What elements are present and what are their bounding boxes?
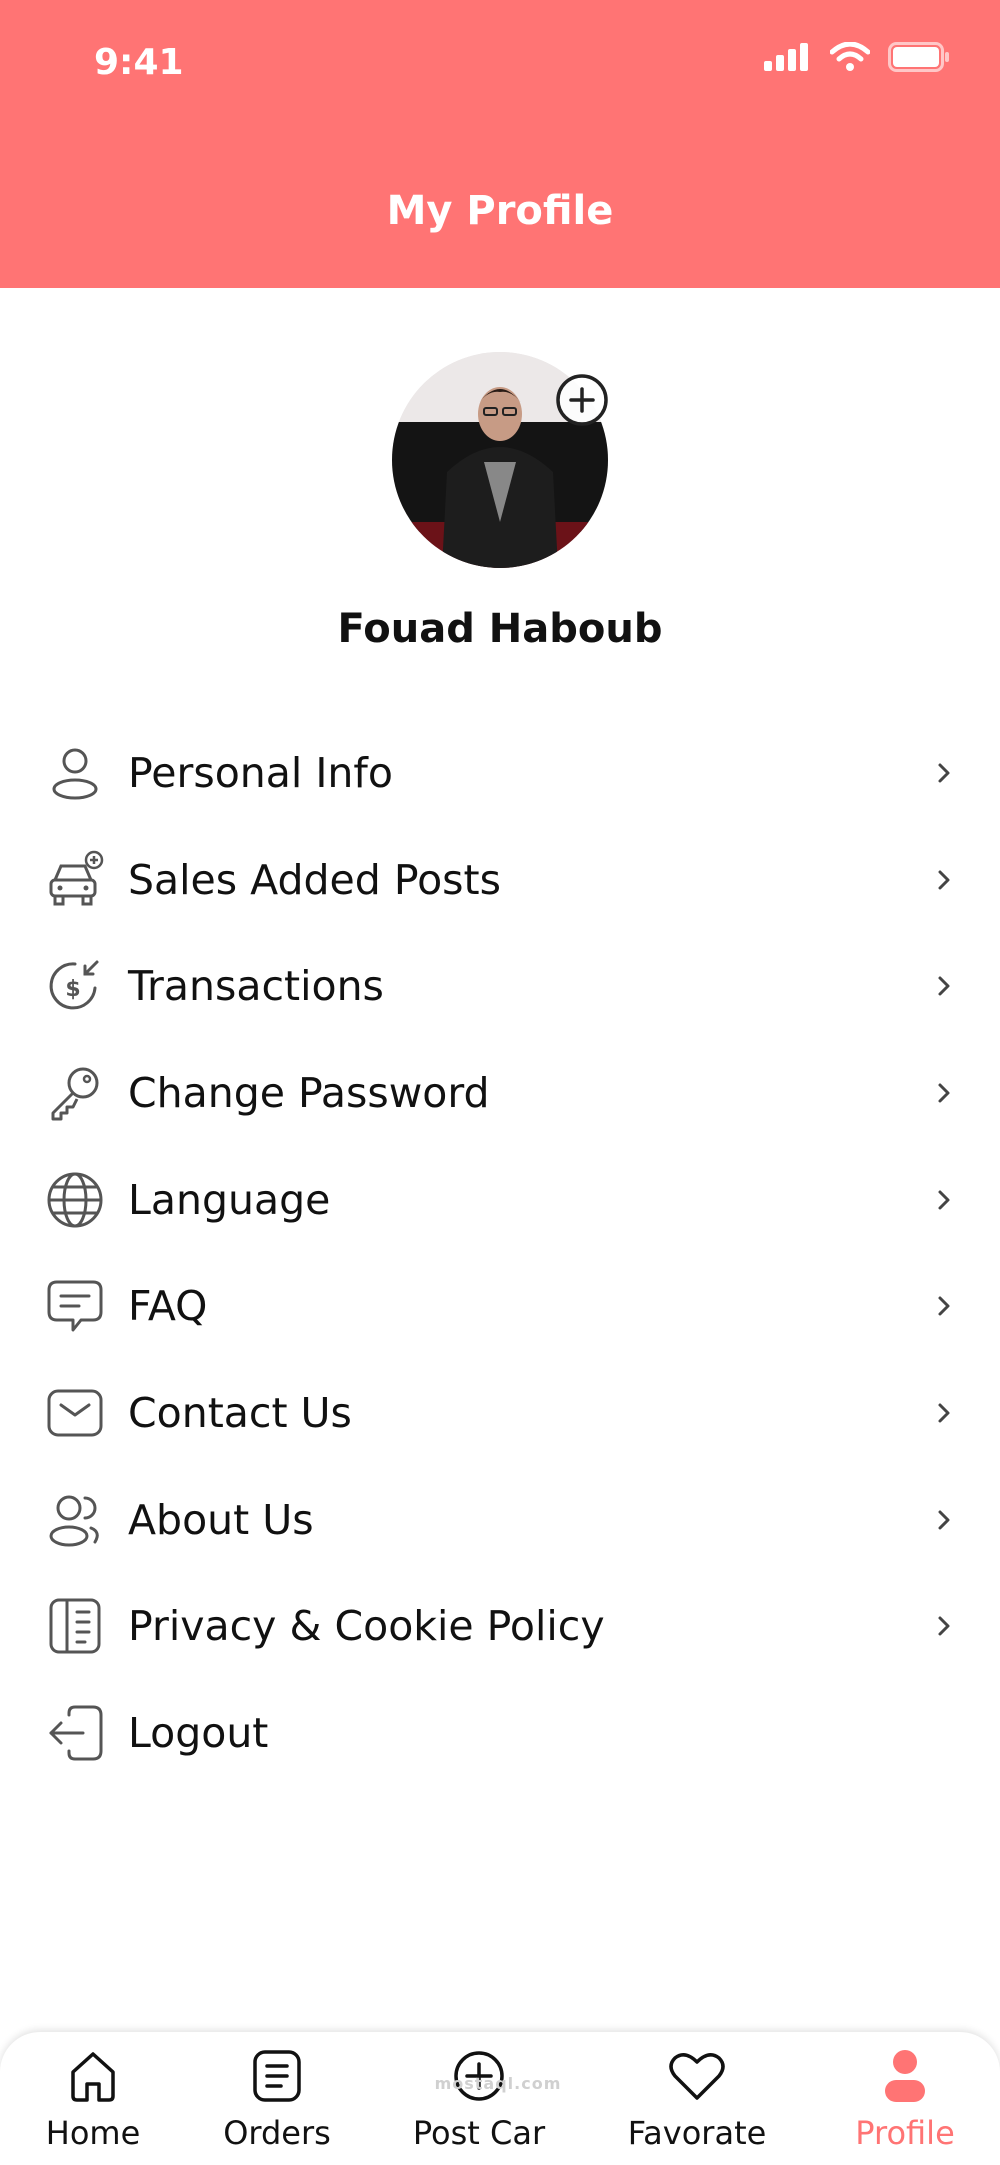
menu-item-logout[interactable]: Logout: [0, 1680, 1000, 1786]
chevron-right-icon: [938, 1403, 950, 1423]
chevron-right-icon: [938, 1296, 950, 1316]
globe-icon: [44, 1169, 106, 1231]
document-icon: [44, 1595, 106, 1657]
svg-text:$: $: [65, 977, 80, 1002]
envelope-icon: [44, 1382, 106, 1444]
users-icon: [44, 1489, 106, 1551]
key-icon: [44, 1062, 106, 1124]
heart-icon: [667, 2046, 727, 2106]
tab-orders[interactable]: Orders: [192, 2046, 362, 2164]
menu-item-privacy-cookie-policy[interactable]: Privacy & Cookie Policy: [0, 1573, 1000, 1679]
chat-bubble-icon: [44, 1275, 106, 1337]
menu-item-contact-us[interactable]: Contact Us: [0, 1360, 1000, 1466]
menu-item-sales-added-posts[interactable]: Sales Added Posts: [0, 827, 1000, 933]
tab-label: Profile: [855, 2114, 955, 2152]
user-name: Fouad Haboub: [337, 606, 663, 652]
profile-icon: [875, 2046, 935, 2106]
dollar-in-icon: $: [44, 955, 106, 1017]
chevron-right-icon: [938, 1190, 950, 1210]
car-add-icon: [44, 849, 106, 911]
menu-item-label: Language: [128, 1176, 331, 1224]
menu-item-language[interactable]: Language: [0, 1147, 1000, 1253]
header-bar: 9:41 My Profile: [0, 0, 1000, 288]
menu-item-label: Transactions: [128, 962, 384, 1010]
add-photo-icon[interactable]: [554, 372, 610, 428]
chevron-right-icon: [938, 976, 950, 996]
wifi-icon: [830, 42, 870, 71]
status-time: 9:41: [94, 42, 184, 83]
chevron-right-icon: [938, 1616, 950, 1636]
home-icon: [63, 2046, 123, 2106]
menu-item-faq[interactable]: FAQ: [0, 1253, 1000, 1359]
tab-label: Post Car: [412, 2114, 546, 2152]
tab-profile[interactable]: Profile: [820, 2046, 990, 2164]
menu-item-change-password[interactable]: Change Password: [0, 1040, 1000, 1146]
chevron-right-icon: [938, 763, 950, 783]
menu-item-label: Contact Us: [128, 1389, 352, 1437]
tab-post-car[interactable]: Post Car: [394, 2046, 564, 2164]
status-icons: [764, 42, 950, 72]
tab-label: Orders: [223, 2114, 331, 2152]
profile-avatar-container[interactable]: [392, 352, 608, 568]
battery-icon: [888, 42, 949, 72]
tab-home[interactable]: Home: [8, 2046, 178, 2164]
watermark: mostaql.com: [434, 2074, 562, 2093]
menu-item-label: FAQ: [128, 1282, 208, 1330]
menu-item-personal-info[interactable]: Personal Info: [0, 720, 1000, 826]
menu-item-label: Privacy & Cookie Policy: [128, 1602, 605, 1650]
menu-item-label: Change Password: [128, 1069, 490, 1117]
logout-icon: [44, 1702, 106, 1764]
chevron-right-icon: [938, 870, 950, 890]
chevron-right-icon: [938, 1083, 950, 1103]
chevron-right-icon: [938, 1510, 950, 1530]
page-title: My Profile: [386, 188, 614, 234]
signal-icon: [764, 43, 808, 71]
menu-item-label: Logout: [128, 1709, 269, 1757]
menu-item-about-us[interactable]: About Us: [0, 1467, 1000, 1573]
tab-label: Home: [45, 2114, 141, 2152]
menu-item-label: About Us: [128, 1496, 314, 1544]
menu-item-label: Sales Added Posts: [128, 856, 501, 904]
tab-label: Favorate: [627, 2114, 767, 2152]
menu-item-label: Personal Info: [128, 749, 393, 797]
orders-icon: [247, 2046, 307, 2106]
menu-item-transactions[interactable]: $ Transactions: [0, 933, 1000, 1039]
tab-favorate[interactable]: Favorate: [612, 2046, 782, 2164]
bottom-tab-bar: Home Orders Post Car Favorate Profile: [0, 2032, 1000, 2165]
user-icon: [44, 742, 106, 804]
